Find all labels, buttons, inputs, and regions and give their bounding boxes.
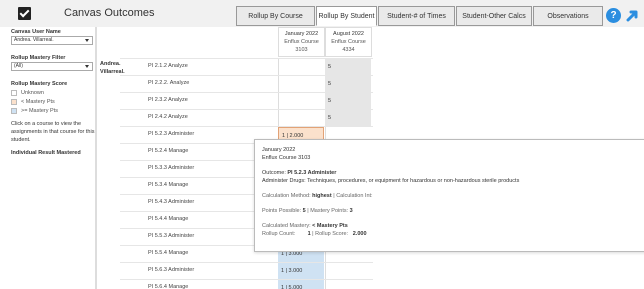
table-row: PI 2.2.2. Analyze 5 xyxy=(120,75,373,92)
top-bar: Canvas Outcomes Rollup By Course Rollup … xyxy=(0,0,644,27)
outcome-label: PI 5.5.3 Administer xyxy=(148,233,195,239)
cell-aug[interactable] xyxy=(325,263,371,279)
tab-observations[interactable]: Observations xyxy=(533,6,603,26)
cell-aug[interactable]: 5 xyxy=(325,93,371,109)
outcome-label: PI 5.4.4 Manage xyxy=(148,216,189,222)
column-date: August 2022 xyxy=(333,31,364,37)
individual-result-label: Individual Result Mastered xyxy=(11,150,81,156)
outcome-label: PI 2.1.2 Analyze xyxy=(148,63,188,69)
outcome-label: PI 5.3.3 Administer xyxy=(148,165,195,171)
tooltip-points: Points Possible: 5 | Mastery Points: 3 xyxy=(262,208,353,214)
tooltip-outcome: Outcome: PI 5.2.3 Administer xyxy=(262,170,337,176)
table-row: PI 2.1.2 Analyze 5 xyxy=(120,58,373,75)
cell-aug[interactable] xyxy=(325,280,371,289)
tooltip-outcome-desc: Administer Drugs: Techniques, procedures… xyxy=(262,178,520,184)
chevron-down-icon xyxy=(85,65,89,68)
tab-student-other-calcs[interactable]: Student-Other Calcs xyxy=(456,6,532,26)
outcome-label: PI 2.3.2 Analyze xyxy=(148,97,188,103)
outcome-label: PI 2.4.2 Analyze xyxy=(148,114,188,120)
cell-aug[interactable]: 5 xyxy=(325,110,371,126)
column-date: January 2022 xyxy=(284,31,319,37)
cell-aug[interactable]: 5 xyxy=(325,76,371,92)
legend-below-mastery[interactable]: < Mastery Pts xyxy=(11,98,55,105)
cell-aug[interactable]: 5 xyxy=(325,59,371,75)
column-course: Enflux Course 4334 xyxy=(331,39,366,53)
outcome-tooltip: January 2022 Enflux Course 3103 Outcome:… xyxy=(254,139,644,252)
outcome-label: PI 5.2.3 Administer xyxy=(148,131,195,137)
legend-label: Unknown xyxy=(21,89,44,96)
cell-jan[interactable] xyxy=(278,110,324,126)
mastery-filter-select[interactable]: (All) xyxy=(11,62,93,71)
cell-jan[interactable]: 1 | 3.000 xyxy=(278,263,324,279)
column-header-aug-2022[interactable]: August 2022 Enflux Course 4334 xyxy=(325,27,372,57)
cell-jan[interactable] xyxy=(278,93,324,109)
tab-student-times[interactable]: Student-# of Times xyxy=(378,6,455,26)
tab-rollup-by-course[interactable]: Rollup By Course xyxy=(236,6,315,26)
user-name-select[interactable]: Andrea. Villarreal. xyxy=(11,36,93,45)
legend-unknown[interactable]: Unknown xyxy=(11,89,44,96)
table-row: PI 5.6.4 Manage 1 | 5.000 xyxy=(120,279,373,289)
user-name-label: Canvas User Name xyxy=(11,29,61,35)
tab-rollup-by-student[interactable]: Rollup By Student xyxy=(316,6,377,26)
legend-label: < Mastery Pts xyxy=(21,98,55,105)
app-title: Canvas Outcomes xyxy=(64,7,155,19)
outcome-label: PI 5.3.4 Manage xyxy=(148,182,189,188)
outcome-label: PI 5.5.4 Manage xyxy=(148,250,189,256)
legend-at-mastery[interactable]: >= Mastery Pts xyxy=(11,107,58,114)
outcome-label: PI 5.4.3 Administer xyxy=(148,199,195,205)
divider xyxy=(95,27,97,289)
tooltip-date: January 2022 xyxy=(262,147,296,153)
legend-swatch xyxy=(11,98,17,105)
table-row: PI 5.6.3 Administer 1 | 3.000 xyxy=(120,262,373,279)
column-course: Enflux Course 3103 xyxy=(284,39,319,53)
tooltip-calc-mastery: Calculated Mastery: < Mastery Pts xyxy=(262,223,348,229)
outcome-label: PI 5.6.3 Administer xyxy=(148,267,195,273)
cell-jan[interactable] xyxy=(278,76,324,92)
mastery-score-label: Rollup Mastery Score xyxy=(11,81,68,87)
table-row: PI 2.3.2 Analyze 5 xyxy=(120,92,373,109)
outcome-label: PI 5.6.4 Manage xyxy=(148,284,189,289)
sidebar: Canvas User Name Andrea. Villarreal. Rol… xyxy=(9,27,95,289)
cell-jan[interactable] xyxy=(278,59,324,75)
help-icon[interactable]: ? xyxy=(606,8,621,23)
mastery-filter-value: (All) xyxy=(14,63,23,69)
legend-swatch xyxy=(11,107,17,114)
legend-swatch xyxy=(11,89,17,96)
tooltip-rollup: Rollup Count: 1 | Rollup Score: 2.000 xyxy=(262,231,367,237)
outcome-label: PI 2.2.2. Analyze xyxy=(148,80,190,86)
legend-label: >= Mastery Pts xyxy=(21,107,58,114)
checkbox-icon[interactable] xyxy=(18,7,31,20)
column-header-jan-2022[interactable]: January 2022 Enflux Course 3103 xyxy=(278,27,325,57)
share-arrow-icon[interactable] xyxy=(626,8,640,22)
user-name-value: Andrea. Villarreal. xyxy=(14,37,54,43)
cell-jan[interactable]: 1 | 5.000 xyxy=(278,280,324,289)
tooltip-calc-method: Calculation Method: highest | Calculatio… xyxy=(262,193,373,199)
chevron-down-icon xyxy=(85,39,89,42)
tooltip-course: Enflux Course 3103 xyxy=(262,155,311,161)
table-row: PI 2.4.2 Analyze 5 xyxy=(120,109,373,126)
mastery-filter-label: Rollup Mastery Filter xyxy=(11,55,66,61)
outcome-label: PI 5.2.4 Manage xyxy=(148,148,189,154)
click-course-note: Click on a course to view the assignment… xyxy=(11,121,95,143)
